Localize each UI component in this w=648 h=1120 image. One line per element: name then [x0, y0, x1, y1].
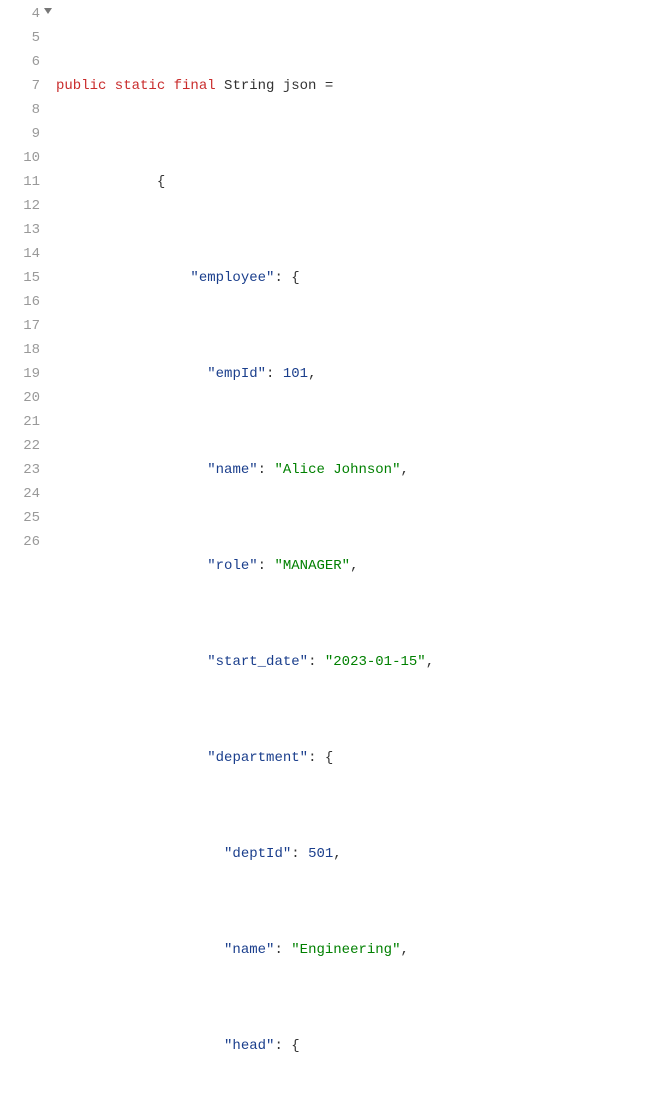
- brace-open: {: [157, 174, 165, 190]
- line-number: 14: [0, 242, 40, 266]
- line-number: 4: [0, 2, 40, 26]
- json-string: "2023-01-15": [325, 654, 426, 670]
- line-number: 15: [0, 266, 40, 290]
- line-number: 13: [0, 218, 40, 242]
- code-area[interactable]: public static final String json = { "emp…: [56, 2, 648, 1120]
- json-key: "department": [207, 750, 308, 766]
- line-number: 5: [0, 26, 40, 50]
- line-number: 11: [0, 170, 40, 194]
- line-number: 10: [0, 146, 40, 170]
- code-line[interactable]: "role": "MANAGER",: [56, 554, 648, 578]
- line-number: 9: [0, 122, 40, 146]
- line-number: 12: [0, 194, 40, 218]
- json-key: "deptId": [224, 846, 291, 862]
- code-line[interactable]: "deptId": 501,: [56, 842, 648, 866]
- line-number: 23: [0, 458, 40, 482]
- line-number: 8: [0, 98, 40, 122]
- line-number: 16: [0, 290, 40, 314]
- line-number: 6: [0, 50, 40, 74]
- code-line[interactable]: "start_date": "2023-01-15",: [56, 650, 648, 674]
- fold-icon[interactable]: [44, 8, 52, 14]
- line-number: 25: [0, 506, 40, 530]
- json-key: "empId": [207, 366, 266, 382]
- keyword-token: public static final: [56, 78, 216, 94]
- code-editor[interactable]: 4 5 6 7 8 9 10 11 12 13 14 15 16 17 18 1…: [0, 0, 648, 1120]
- json-string: "Alice Johnson": [274, 462, 400, 478]
- line-number: 7: [0, 74, 40, 98]
- json-string: "MANAGER": [274, 558, 350, 574]
- code-line[interactable]: public static final String json =: [56, 74, 648, 98]
- line-number: 26: [0, 530, 40, 554]
- json-number: 501: [308, 846, 333, 862]
- code-line[interactable]: "head": {: [56, 1034, 648, 1058]
- code-line[interactable]: "name": "Alice Johnson",: [56, 458, 648, 482]
- line-number-gutter: 4 5 6 7 8 9 10 11 12 13 14 15 16 17 18 1…: [0, 2, 56, 1120]
- code-line[interactable]: "department": {: [56, 746, 648, 770]
- line-number: 22: [0, 434, 40, 458]
- line-number: 24: [0, 482, 40, 506]
- json-number: 101: [283, 366, 308, 382]
- json-key: "name": [224, 942, 274, 958]
- line-number: 20: [0, 386, 40, 410]
- code-line[interactable]: "employee": {: [56, 266, 648, 290]
- line-number: 18: [0, 338, 40, 362]
- code-line[interactable]: "empId": 101,: [56, 362, 648, 386]
- json-key: "name": [207, 462, 257, 478]
- json-key: "head": [224, 1038, 274, 1054]
- line-number: 17: [0, 314, 40, 338]
- code-line[interactable]: "name": "Engineering",: [56, 938, 648, 962]
- json-key: "start_date": [207, 654, 308, 670]
- json-key: "employee": [190, 270, 274, 286]
- line-number: 19: [0, 362, 40, 386]
- code-line[interactable]: {: [56, 170, 648, 194]
- line-number: 21: [0, 410, 40, 434]
- json-key: "role": [207, 558, 257, 574]
- json-string: "Engineering": [291, 942, 400, 958]
- declaration-token: String json =: [216, 78, 334, 94]
